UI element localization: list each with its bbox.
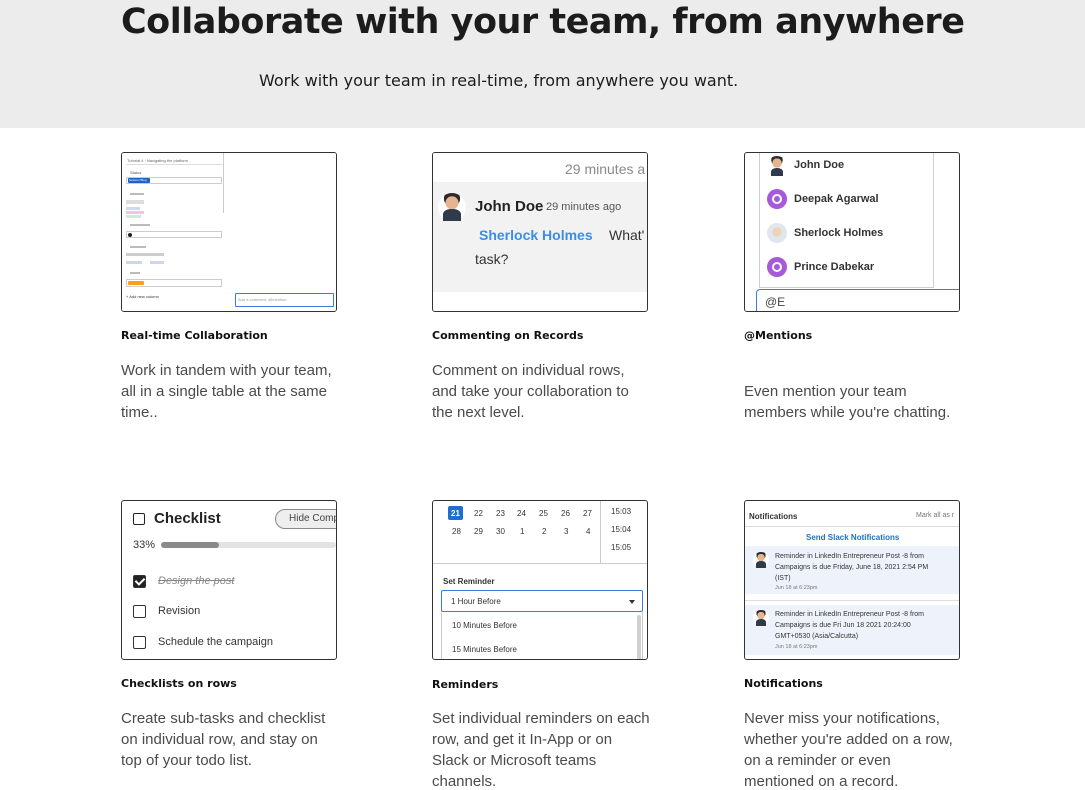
checklist-progress-text: 33% <box>133 539 156 551</box>
cal-day: 23 <box>496 509 505 518</box>
feature-thumbnail-notifications: Notifications Mark all as r Send Slack N… <box>744 500 960 660</box>
feature-description: Comment on individual rows, and take you… <box>432 362 629 421</box>
feature-thumbnail-realtime: Tutorial 4 : Navigating the platform Sta… <box>121 152 337 312</box>
feature-title: Commenting on Records <box>432 329 584 342</box>
checklist-progress-fill <box>161 542 219 548</box>
cal-day: 4 <box>586 527 591 536</box>
cal-day: 28 <box>452 527 461 536</box>
thumb-header: Tutorial 4 : Navigating the platform <box>127 158 188 163</box>
notification-text: Campaigns is due Friday, June 18, 2021 2… <box>775 564 929 571</box>
mention-person-1: John Doe <box>794 159 845 171</box>
feature-description: Never miss your notifications, whether y… <box>744 710 953 790</box>
thumb-add-column: + Add new column <box>126 294 159 299</box>
cal-day: 1 <box>520 527 525 536</box>
feature-title: Reminders <box>432 678 499 691</box>
cal-day: 2 <box>542 527 547 536</box>
mention-input-value: @E <box>765 295 786 309</box>
thumb-comment-input: Add a comment, @mention <box>238 297 287 302</box>
comment-mention: Sherlock Holmes <box>479 227 593 243</box>
checklist-icon <box>133 513 145 525</box>
commenter-avatar <box>438 193 466 221</box>
notification-avatar <box>753 610 769 626</box>
comment-author: John Doe <box>475 198 544 215</box>
thumb-top-time: 29 minutes a <box>565 161 646 177</box>
cal-day: 29 <box>474 527 483 536</box>
feature-title: Real-time Collaboration <box>121 329 268 342</box>
feature-description: Work in tandem with your team, all in a … <box>121 362 332 421</box>
feature-thumbnail-checklists: Checklist Hide Comp 33% Design the post … <box>121 500 337 660</box>
reminder-select-value: 1 Hour Before <box>451 597 501 606</box>
notification-avatar <box>753 552 769 568</box>
mention-person-3: Sherlock Holmes <box>794 227 884 239</box>
person-avatar <box>767 156 787 177</box>
time-option: 15:03 <box>611 507 632 516</box>
cal-day: 22 <box>474 509 483 518</box>
feature-thumbnail-reminders: 21 22 23 24 25 26 27 28 29 30 1 2 3 4 15… <box>432 500 648 660</box>
feature-title: Notifications <box>744 677 823 690</box>
feature-description: Set individual reminders on each row, an… <box>432 710 650 790</box>
hero-banner: Collaborate with your team, from anywher… <box>0 0 1085 128</box>
checklist-checkbox <box>133 636 146 649</box>
person-avatar <box>767 189 787 209</box>
feature-card-mentions: John Doe Deepak Agarwal Sherlock Holmes … <box>744 152 960 452</box>
feature-card-checklists: Checklist Hide Comp 33% Design the post … <box>121 500 337 780</box>
feature-title: Checklists on rows <box>121 677 237 690</box>
mention-person-2: Deepak Agarwal <box>794 193 879 205</box>
checklist-checkbox <box>133 575 146 588</box>
notification-text: (IST) <box>775 575 791 582</box>
checklist-heading: Checklist <box>154 510 221 527</box>
cal-day: 25 <box>539 509 548 518</box>
feature-card-reminders: 21 22 23 24 25 26 27 28 29 30 1 2 3 4 15… <box>432 500 650 790</box>
notification-text: Reminder in LinkedIn Entrepreneur Post -… <box>775 611 925 618</box>
feature-description: Even mention your team members while you… <box>744 383 951 421</box>
checklist-item-1: Design the post <box>158 575 235 587</box>
cal-day-selected: 21 <box>451 509 460 518</box>
notification-text: Campaigns is due Fri Jun 18 2021 20:24:0… <box>775 622 911 629</box>
notification-time: Jun 18 at 6:23pm <box>775 585 818 591</box>
checklist-checkbox <box>133 605 146 618</box>
cal-day: 26 <box>561 509 570 518</box>
feature-card-commenting: 29 minutes a John Doe 29 minutes ago She… <box>432 152 648 442</box>
comment-time: 29 minutes ago <box>546 201 622 213</box>
feature-card-notifications: Notifications Mark all as r Send Slack N… <box>744 500 960 790</box>
comment-text-line2: task? <box>475 251 509 267</box>
feature-thumbnail-commenting: 29 minutes a John Doe 29 minutes ago She… <box>432 152 648 312</box>
set-reminder-label: Set Reminder <box>443 577 495 586</box>
hide-completed-button: Hide Comp <box>289 513 337 524</box>
person-avatar <box>767 257 787 277</box>
time-option: 15:04 <box>611 525 632 534</box>
feature-title: @Mentions <box>744 329 813 342</box>
comment-text: What' <box>609 227 645 243</box>
send-slack-link: Send Slack Notifications <box>806 533 900 542</box>
page-subtitle: Work with your team in real-time, from a… <box>259 71 739 90</box>
checklist-item-3: Schedule the campaign <box>158 636 273 648</box>
mention-person-4: Prince Dabekar <box>794 261 875 273</box>
cal-day: 27 <box>583 509 592 518</box>
checklist-item-2: Revision <box>158 605 201 617</box>
page-title: Collaborate with your team, from anywher… <box>121 2 965 42</box>
cal-day: 24 <box>517 509 526 518</box>
notification-time: Jun 18 at 6:23pm <box>775 644 818 650</box>
notifications-heading: Notifications <box>749 512 798 521</box>
notification-text: Reminder in LinkedIn Entrepreneur Post -… <box>775 553 925 560</box>
notification-text: GMT+0530 (Asia/Calcutta) <box>775 633 859 640</box>
cal-day: 30 <box>496 527 505 536</box>
reminder-option: 15 Minutes Before <box>452 645 517 654</box>
mark-all-read: Mark all as r <box>916 512 955 519</box>
cal-day: 3 <box>564 527 569 536</box>
thumb-status-label: Status <box>130 170 142 175</box>
chevron-down-icon <box>629 600 635 604</box>
reminder-option: 10 Minutes Before <box>452 621 517 630</box>
feature-card-realtime: Tutorial 4 : Navigating the platform Sta… <box>121 152 337 442</box>
feature-description: Create sub-tasks and checklist on indivi… <box>121 710 326 769</box>
person-avatar <box>767 223 787 243</box>
feature-thumbnail-mentions: John Doe Deepak Agarwal Sherlock Holmes … <box>744 152 960 312</box>
thumb-status-value: Session Blog <box>129 178 147 182</box>
time-option: 15:05 <box>611 543 632 552</box>
